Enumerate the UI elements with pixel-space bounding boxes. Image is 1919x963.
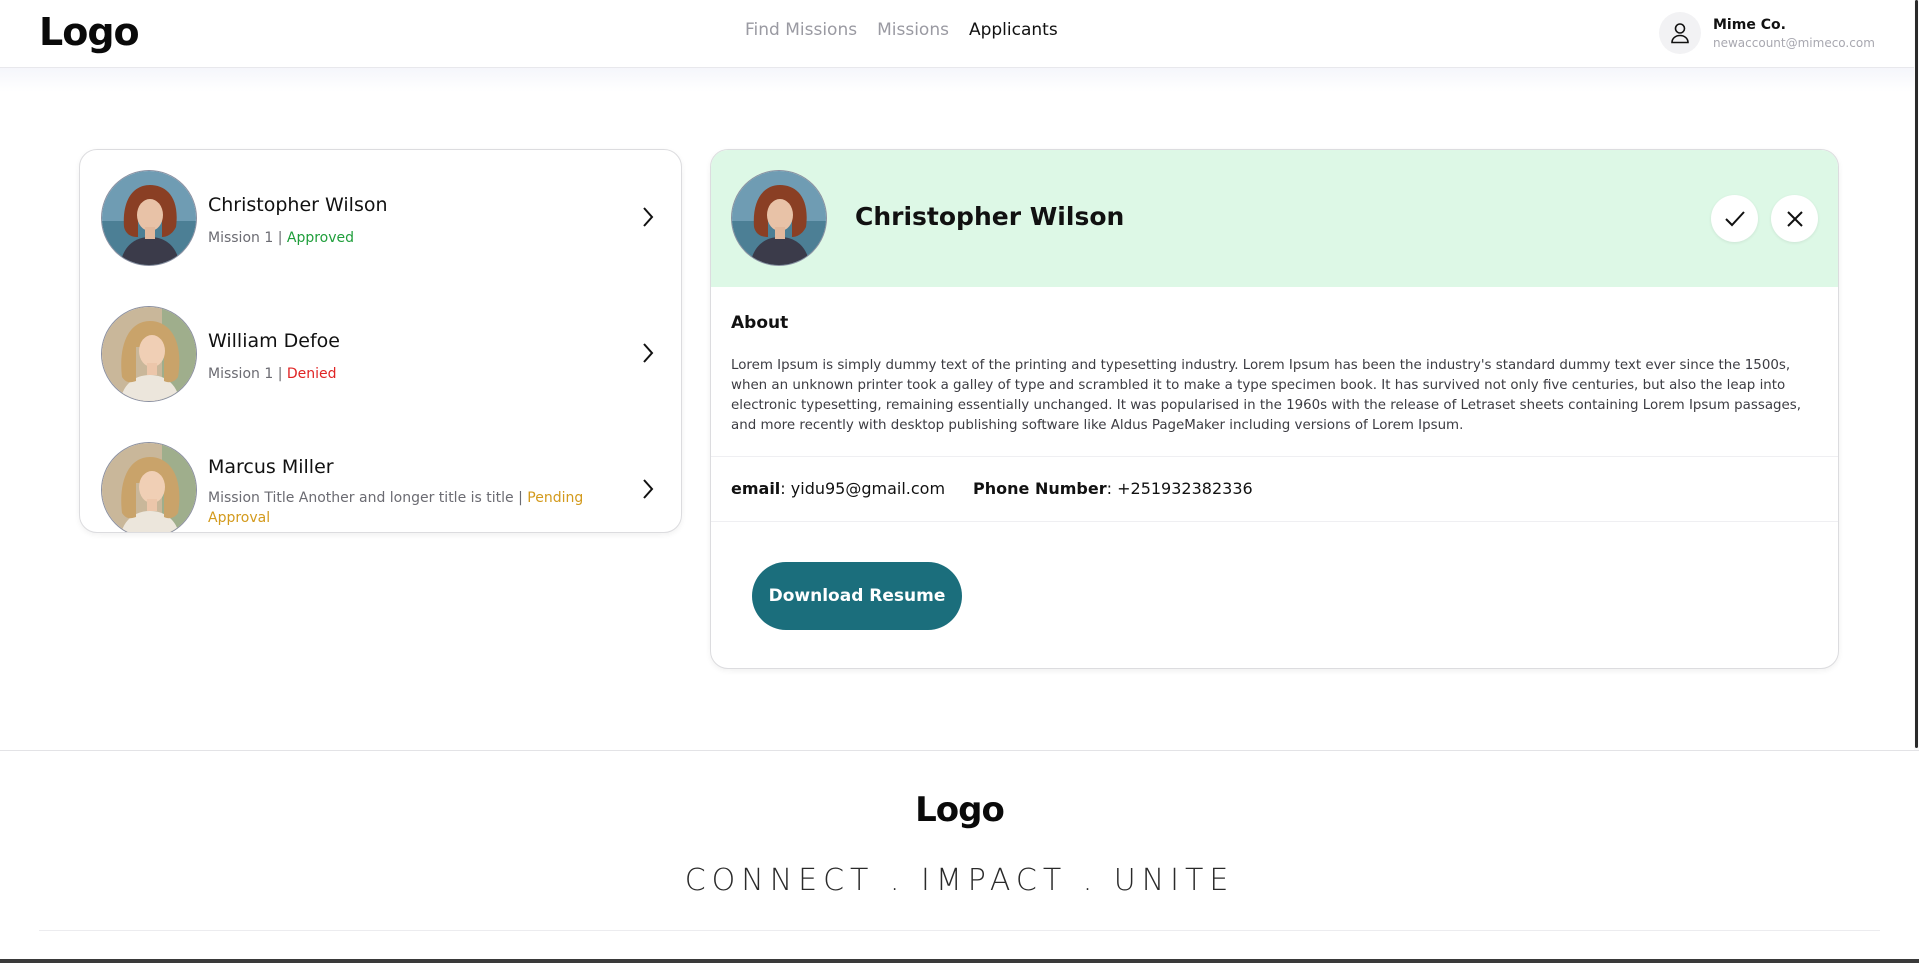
user-icon bbox=[1659, 12, 1701, 54]
status-badge: Denied bbox=[286, 366, 337, 382]
applicant-detail-name: Christopher Wilson bbox=[855, 202, 1125, 231]
footer-divider bbox=[0, 750, 1919, 751]
phone-label: Phone Number bbox=[973, 479, 1107, 498]
about-text: Lorem Ipsum is simply dummy text of the … bbox=[731, 358, 1801, 433]
top-navbar: Logo Find Missions Missions Applicants M… bbox=[0, 0, 1919, 68]
email-info: email: yidu95@gmail.com bbox=[731, 479, 946, 498]
applicant-name: Marcus Miller bbox=[208, 456, 334, 478]
bottom-bar bbox=[0, 959, 1919, 963]
applicant-name: William Defoe bbox=[208, 330, 340, 352]
email-value: yidu95@gmail.com bbox=[790, 479, 946, 498]
chevron-right-icon bbox=[643, 343, 654, 363]
account-email: newaccount@mimeco.com bbox=[1713, 35, 1875, 50]
approve-button[interactable] bbox=[1711, 195, 1758, 242]
scrollbar-thumb[interactable] bbox=[1915, 0, 1918, 748]
contact-info: email: yidu95@gmail.com Phone Number: +2… bbox=[731, 479, 1253, 498]
applicant-detail-card: Christopher Wilson About Lorem Ipsum is … bbox=[710, 149, 1839, 669]
mission-title: Mission 1 bbox=[208, 366, 274, 382]
mission-title: Mission 1 bbox=[208, 230, 274, 246]
phone-value: +251932382336 bbox=[1117, 479, 1253, 498]
status-separator: | bbox=[273, 230, 287, 246]
nav-missions[interactable]: Missions bbox=[877, 20, 949, 40]
check-icon bbox=[1724, 210, 1745, 226]
email-label: email bbox=[731, 479, 781, 498]
download-resume-button[interactable]: Download Resume bbox=[752, 562, 962, 630]
applicant-name: Christopher Wilson bbox=[208, 194, 388, 216]
status-separator: | bbox=[513, 490, 528, 506]
footer-rule bbox=[39, 930, 1880, 931]
footer-logo[interactable]: Logo bbox=[0, 790, 1919, 830]
avatar bbox=[101, 442, 197, 532]
nav-find-missions[interactable]: Find Missions bbox=[745, 20, 857, 40]
chevron-right-icon bbox=[643, 479, 654, 499]
phone-info: Phone Number: +251932382336 bbox=[973, 479, 1253, 498]
status-separator: | bbox=[273, 366, 287, 382]
footer-tagline: CONNECT . IMPACT . UNITE bbox=[684, 863, 1235, 898]
avatar bbox=[101, 306, 197, 402]
header-logo[interactable]: Logo bbox=[39, 10, 140, 54]
reject-button[interactable] bbox=[1771, 195, 1818, 242]
account-menu[interactable]: Mime Co. newaccount@mimeco.com bbox=[1659, 12, 1875, 54]
divider bbox=[711, 521, 1838, 522]
chevron-right-icon bbox=[643, 207, 654, 227]
header-shadow bbox=[0, 68, 1919, 92]
about-heading: About bbox=[731, 313, 789, 333]
applicant-list-item[interactable]: William Defoe Mission 1 | Denied bbox=[80, 286, 681, 422]
avatar bbox=[101, 170, 197, 266]
applicant-mission: Mission 1 | Denied bbox=[208, 364, 608, 384]
status-badge: Approved bbox=[286, 230, 355, 246]
applicant-list-item[interactable]: Marcus Miller Mission Title Another and … bbox=[80, 422, 681, 532]
nav-applicants[interactable]: Applicants bbox=[969, 20, 1058, 40]
account-name: Mime Co. bbox=[1713, 16, 1786, 33]
avatar bbox=[731, 170, 827, 266]
applicant-detail-header: Christopher Wilson bbox=[711, 150, 1838, 287]
applicant-list: Christopher Wilson Mission 1 | Approved … bbox=[79, 149, 682, 533]
applicant-mission: Mission Title Another and longer title i… bbox=[208, 488, 588, 528]
mission-title: Mission Title Another and longer title i… bbox=[208, 490, 514, 506]
applicant-list-item[interactable]: Christopher Wilson Mission 1 | Approved bbox=[80, 150, 681, 286]
main-nav: Find Missions Missions Applicants bbox=[745, 20, 1058, 40]
account-text: Mime Co. newaccount@mimeco.com bbox=[1713, 17, 1875, 50]
divider bbox=[711, 456, 1838, 457]
applicant-mission: Mission 1 | Approved bbox=[208, 228, 608, 248]
close-icon bbox=[1786, 210, 1803, 227]
